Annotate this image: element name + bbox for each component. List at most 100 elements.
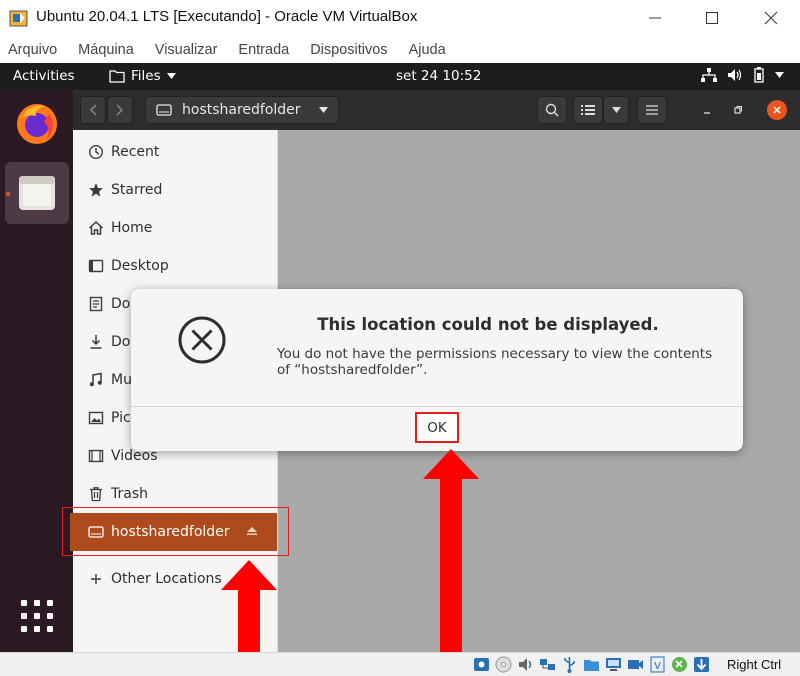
minimize-icon bbox=[649, 17, 661, 19]
close-icon bbox=[764, 11, 778, 25]
sidebar-item-label: Other Locations bbox=[111, 571, 222, 587]
virtualbox-app-icon bbox=[9, 10, 28, 27]
device-indicators: V bbox=[472, 655, 711, 674]
picture-icon bbox=[87, 409, 105, 427]
firefox-icon[interactable] bbox=[14, 100, 60, 146]
music-icon bbox=[87, 371, 105, 389]
host-key-arrow-icon[interactable] bbox=[692, 655, 711, 674]
video-icon bbox=[87, 447, 105, 465]
recording-icon[interactable] bbox=[626, 655, 645, 674]
mouse-integration-icon[interactable] bbox=[670, 655, 689, 674]
usb-icon[interactable] bbox=[560, 655, 579, 674]
plus-icon bbox=[87, 570, 105, 588]
menu-ajuda[interactable]: Ajuda bbox=[409, 42, 446, 58]
system-status-menu[interactable] bbox=[701, 67, 784, 83]
folder-icon bbox=[109, 70, 125, 83]
minimize-button[interactable] bbox=[640, 6, 670, 30]
menu-visualizar[interactable]: Visualizar bbox=[155, 42, 218, 58]
minimize-icon bbox=[704, 112, 710, 114]
dock-files-app[interactable] bbox=[5, 162, 69, 224]
close-icon bbox=[773, 106, 781, 114]
search-button[interactable] bbox=[537, 96, 567, 124]
gnome-topbar: Activities Files set 24 10:52 bbox=[0, 63, 800, 90]
chevron-right-icon bbox=[116, 104, 123, 116]
main-menu-button[interactable] bbox=[637, 96, 667, 124]
triangle-down-icon bbox=[611, 107, 621, 113]
files-app-label: Files bbox=[131, 68, 161, 84]
sidebar-item-label: Home bbox=[111, 220, 153, 236]
view-options-button[interactable] bbox=[603, 96, 629, 124]
clock-icon bbox=[87, 143, 105, 161]
window-maximize-button[interactable] bbox=[728, 100, 748, 120]
headerbar: hostsharedfolder bbox=[73, 90, 800, 130]
hamburger-icon bbox=[646, 105, 658, 115]
network-adapter-icon[interactable] bbox=[538, 655, 557, 674]
menu-arquivo[interactable]: Arquivo bbox=[8, 42, 57, 58]
sidebar-item-desktop[interactable]: Desktop bbox=[73, 247, 278, 285]
red-arrow-up-icon bbox=[423, 449, 479, 654]
trash-icon bbox=[87, 485, 105, 503]
download-icon bbox=[87, 333, 105, 351]
volume-icon bbox=[728, 69, 742, 81]
sidebar-item-label: Desktop bbox=[111, 258, 169, 274]
sidebar-item-label: Starred bbox=[111, 182, 163, 198]
network-icon bbox=[701, 68, 717, 82]
activities-button[interactable]: Activities bbox=[13, 68, 75, 84]
vbox-titlebar: Ubuntu 20.04.1 LTS [Executando] - Oracle… bbox=[0, 0, 800, 36]
show-applications-button[interactable] bbox=[21, 600, 53, 632]
optical-drive-icon[interactable] bbox=[494, 655, 513, 674]
view-list-button[interactable] bbox=[573, 96, 603, 124]
triangle-down-icon bbox=[775, 72, 784, 78]
maximize-button[interactable] bbox=[697, 6, 727, 30]
sidebar-item-label: Recent bbox=[111, 144, 160, 160]
error-dialog: This location could not be displayed. Yo… bbox=[131, 289, 743, 451]
audio-icon[interactable] bbox=[516, 655, 535, 674]
chevron-left-icon bbox=[90, 104, 97, 116]
vbox-statusbar: V Right Ctrl bbox=[0, 652, 800, 676]
display-icon[interactable] bbox=[604, 655, 623, 674]
window-minimize-button[interactable] bbox=[697, 100, 717, 120]
search-icon bbox=[545, 103, 559, 117]
sidebar-item-recent[interactable]: Recent bbox=[73, 133, 278, 171]
files-icon bbox=[19, 176, 55, 210]
dialog-message: You do not have the permissions necessar… bbox=[277, 346, 713, 378]
highlight-box bbox=[62, 507, 289, 556]
menu-entrada[interactable]: Entrada bbox=[238, 42, 289, 58]
restore-icon bbox=[734, 106, 742, 114]
triangle-down-icon bbox=[319, 107, 328, 113]
svg-text:V: V bbox=[654, 661, 661, 672]
list-view-icon bbox=[581, 105, 595, 115]
close-window-button[interactable] bbox=[756, 6, 786, 30]
running-indicator bbox=[6, 192, 10, 196]
desktop-icon bbox=[87, 257, 105, 275]
sidebar-item-home[interactable]: Home bbox=[73, 209, 278, 247]
back-button[interactable] bbox=[80, 96, 106, 124]
files-app-menu[interactable]: Files bbox=[109, 68, 176, 84]
dialog-separator bbox=[131, 406, 743, 407]
ok-button[interactable]: OK bbox=[415, 412, 459, 443]
vt-x-icon[interactable]: V bbox=[648, 655, 667, 674]
home-icon bbox=[87, 219, 105, 237]
path-bar-button[interactable]: hostsharedfolder bbox=[145, 96, 339, 124]
host-key-label: Right Ctrl bbox=[727, 657, 782, 672]
clock[interactable]: set 24 10:52 bbox=[396, 68, 481, 84]
sidebar-item-label: Trash bbox=[111, 486, 148, 502]
menu-dispositivos[interactable]: Dispositivos bbox=[310, 42, 387, 58]
shared-folders-icon[interactable] bbox=[582, 655, 601, 674]
maximize-icon bbox=[706, 12, 718, 24]
path-label: hostsharedfolder bbox=[182, 102, 301, 118]
menu-maquina[interactable]: Máquina bbox=[78, 42, 134, 58]
sidebar-item-starred[interactable]: Starred bbox=[73, 171, 278, 209]
window-title: Ubuntu 20.04.1 LTS [Executando] - Oracle… bbox=[36, 8, 418, 25]
document-icon bbox=[87, 295, 105, 313]
drive-icon bbox=[156, 104, 172, 116]
window-close-button[interactable] bbox=[767, 100, 787, 120]
forward-button[interactable] bbox=[107, 96, 133, 124]
battery-icon bbox=[754, 67, 764, 83]
vbox-menubar: Arquivo Máquina Visualizar Entrada Dispo… bbox=[0, 36, 800, 63]
hdd-icon[interactable] bbox=[472, 655, 491, 674]
triangle-down-icon bbox=[166, 73, 176, 79]
star-icon bbox=[87, 181, 105, 199]
dialog-title: This location could not be displayed. bbox=[317, 315, 659, 334]
dock bbox=[0, 90, 73, 652]
